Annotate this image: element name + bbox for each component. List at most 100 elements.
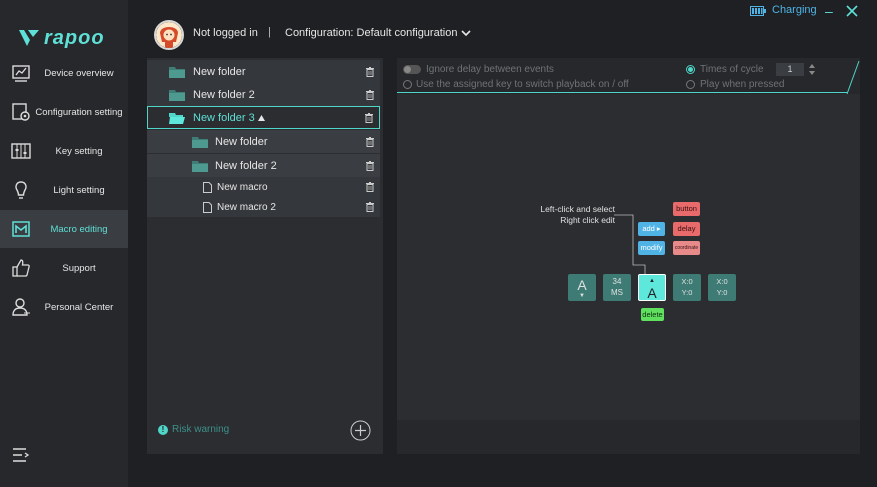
sidebar-item-key-setting[interactable]: Key setting bbox=[0, 132, 128, 170]
sidebar-item-label: Macro editing bbox=[50, 223, 108, 235]
macro-icon bbox=[12, 221, 30, 237]
play-when-pressed-label: Play when pressed bbox=[700, 79, 785, 90]
chevron-down-icon[interactable] bbox=[460, 27, 472, 39]
delay-unit: MS bbox=[611, 288, 623, 297]
charging-status: Charging bbox=[772, 4, 817, 16]
trash-icon[interactable] bbox=[366, 89, 374, 100]
tree-subfolder[interactable]: New folder 2 bbox=[147, 154, 380, 177]
user-avatar-icon bbox=[156, 22, 182, 48]
tree-folder[interactable]: New folder 2 bbox=[147, 83, 380, 106]
collapse-menu-icon[interactable] bbox=[12, 447, 30, 463]
key-setting-icon bbox=[11, 143, 31, 159]
tree-macro[interactable]: New macro 2 bbox=[147, 197, 380, 217]
key-down-event[interactable]: A ▼ bbox=[568, 274, 596, 301]
times-of-cycle-label: Times of cycle bbox=[700, 64, 764, 75]
delay-value: 34 bbox=[612, 277, 622, 286]
sidebar-item-configuration[interactable]: Configuration setting bbox=[0, 93, 128, 131]
trash-icon[interactable] bbox=[366, 136, 374, 147]
configuration-selector[interactable]: Configuration: Default configuration bbox=[285, 27, 457, 39]
tree-row-label: New macro bbox=[217, 181, 268, 193]
sidebar-item-personal-center[interactable]: Personal Center bbox=[0, 288, 128, 326]
sidebar-item-label: Configuration setting bbox=[35, 106, 123, 118]
sidebar: rapoo Device overview Configuration sett… bbox=[0, 0, 128, 487]
modify-menu-button[interactable]: modify bbox=[638, 241, 665, 255]
sidebar-item-label: Device overview bbox=[44, 67, 114, 79]
light-bulb-icon bbox=[15, 181, 27, 199]
trash-icon[interactable] bbox=[366, 182, 374, 192]
ignore-delay-toggle[interactable] bbox=[403, 65, 421, 74]
delay-event[interactable]: 34 MS bbox=[603, 274, 631, 301]
coord-x: X:0 bbox=[716, 277, 728, 286]
add-menu-button[interactable]: add ▸ bbox=[638, 222, 665, 236]
risk-warning[interactable]: ! Risk warning bbox=[158, 424, 229, 435]
tree-row-label: New folder 2 bbox=[215, 159, 277, 172]
assigned-key-radio[interactable] bbox=[403, 80, 412, 89]
caret-up-icon[interactable] bbox=[258, 114, 265, 121]
tree-row-label: New folder 2 bbox=[193, 88, 255, 101]
edit-hint: Left-click and select Right click edit bbox=[520, 204, 615, 226]
coordinate-event[interactable]: X:0 Y:0 bbox=[708, 274, 736, 301]
tree-subfolder[interactable]: New folder bbox=[147, 130, 380, 153]
sidebar-item-label: Personal Center bbox=[44, 301, 114, 313]
button-menu-item[interactable]: button bbox=[673, 202, 700, 216]
logo-text: rapoo bbox=[44, 26, 105, 49]
rapoo-logo-mark-icon bbox=[19, 30, 39, 46]
sidebar-item-label: Support bbox=[62, 262, 96, 274]
macro-tree-panel: New folder New folder 2 New folder 3 New… bbox=[147, 58, 383, 454]
thumbs-up-icon bbox=[12, 259, 30, 277]
login-status[interactable]: Not logged in bbox=[193, 27, 258, 39]
hint-line-1: Left-click and select bbox=[540, 204, 615, 214]
key-up-arrow-icon: ▲ bbox=[649, 278, 655, 284]
times-of-cycle-radio[interactable] bbox=[686, 65, 695, 74]
coordinate-menu-item[interactable]: coordinate bbox=[673, 241, 700, 255]
sidebar-item-light-setting[interactable]: Light setting bbox=[0, 171, 128, 209]
trash-icon[interactable] bbox=[366, 66, 374, 77]
tree-row-label: New macro 2 bbox=[217, 201, 276, 213]
avatar[interactable] bbox=[154, 20, 184, 50]
key-up-event-selected[interactable]: ▲ A bbox=[638, 274, 666, 301]
warning-icon: ! bbox=[158, 424, 168, 435]
folder-icon bbox=[192, 136, 208, 148]
add-label: add bbox=[642, 224, 655, 233]
tree-folder-selected[interactable]: New folder 3 bbox=[147, 106, 380, 129]
editor-footer bbox=[397, 420, 860, 454]
risk-warning-label: Risk warning bbox=[172, 424, 230, 435]
folder-open-icon bbox=[169, 112, 185, 124]
cycle-count-input[interactable]: 1 bbox=[776, 63, 804, 76]
tree-row-label: New folder bbox=[215, 135, 268, 148]
key-down-arrow-icon: ▼ bbox=[579, 293, 585, 299]
play-when-pressed-radio[interactable] bbox=[686, 80, 695, 89]
coord-y: Y:0 bbox=[716, 288, 728, 297]
options-corner-decoration bbox=[846, 60, 860, 94]
configuration-icon bbox=[12, 103, 30, 121]
header-separator: | bbox=[268, 26, 271, 38]
close-icon[interactable] bbox=[845, 4, 859, 18]
sidebar-item-macro-editing[interactable]: Macro editing bbox=[0, 210, 128, 248]
hint-line-2: Right click edit bbox=[560, 215, 615, 225]
tree-folder[interactable]: New folder bbox=[147, 60, 380, 83]
stepper-icon[interactable] bbox=[808, 63, 816, 76]
folder-icon bbox=[169, 89, 185, 101]
delay-menu-item[interactable]: delay bbox=[673, 222, 700, 236]
delete-button[interactable]: delete bbox=[641, 308, 664, 321]
person-icon bbox=[12, 298, 30, 316]
assigned-key-label: Use the assigned key to switch playback … bbox=[416, 79, 629, 90]
rapoo-logo: rapoo bbox=[18, 26, 105, 50]
add-circle-icon[interactable] bbox=[350, 420, 371, 441]
battery-icon bbox=[750, 6, 766, 16]
trash-icon[interactable] bbox=[366, 202, 374, 212]
trash-icon[interactable] bbox=[366, 160, 374, 171]
sidebar-item-support[interactable]: Support bbox=[0, 249, 128, 287]
coord-x: X:0 bbox=[681, 277, 693, 286]
ignore-delay-label: Ignore delay between events bbox=[426, 64, 554, 75]
sidebar-item-device-overview[interactable]: Device overview bbox=[0, 54, 128, 92]
coordinate-event[interactable]: X:0 Y:0 bbox=[673, 274, 701, 301]
minimize-button[interactable]: – bbox=[825, 3, 833, 19]
options-divider bbox=[397, 92, 847, 93]
tree-macro[interactable]: New macro bbox=[147, 177, 380, 197]
sidebar-item-label: Light setting bbox=[53, 184, 105, 196]
trash-icon[interactable] bbox=[365, 112, 373, 123]
tree-row-label: New folder bbox=[193, 65, 246, 78]
document-icon bbox=[203, 181, 212, 193]
coord-y: Y:0 bbox=[681, 288, 693, 297]
